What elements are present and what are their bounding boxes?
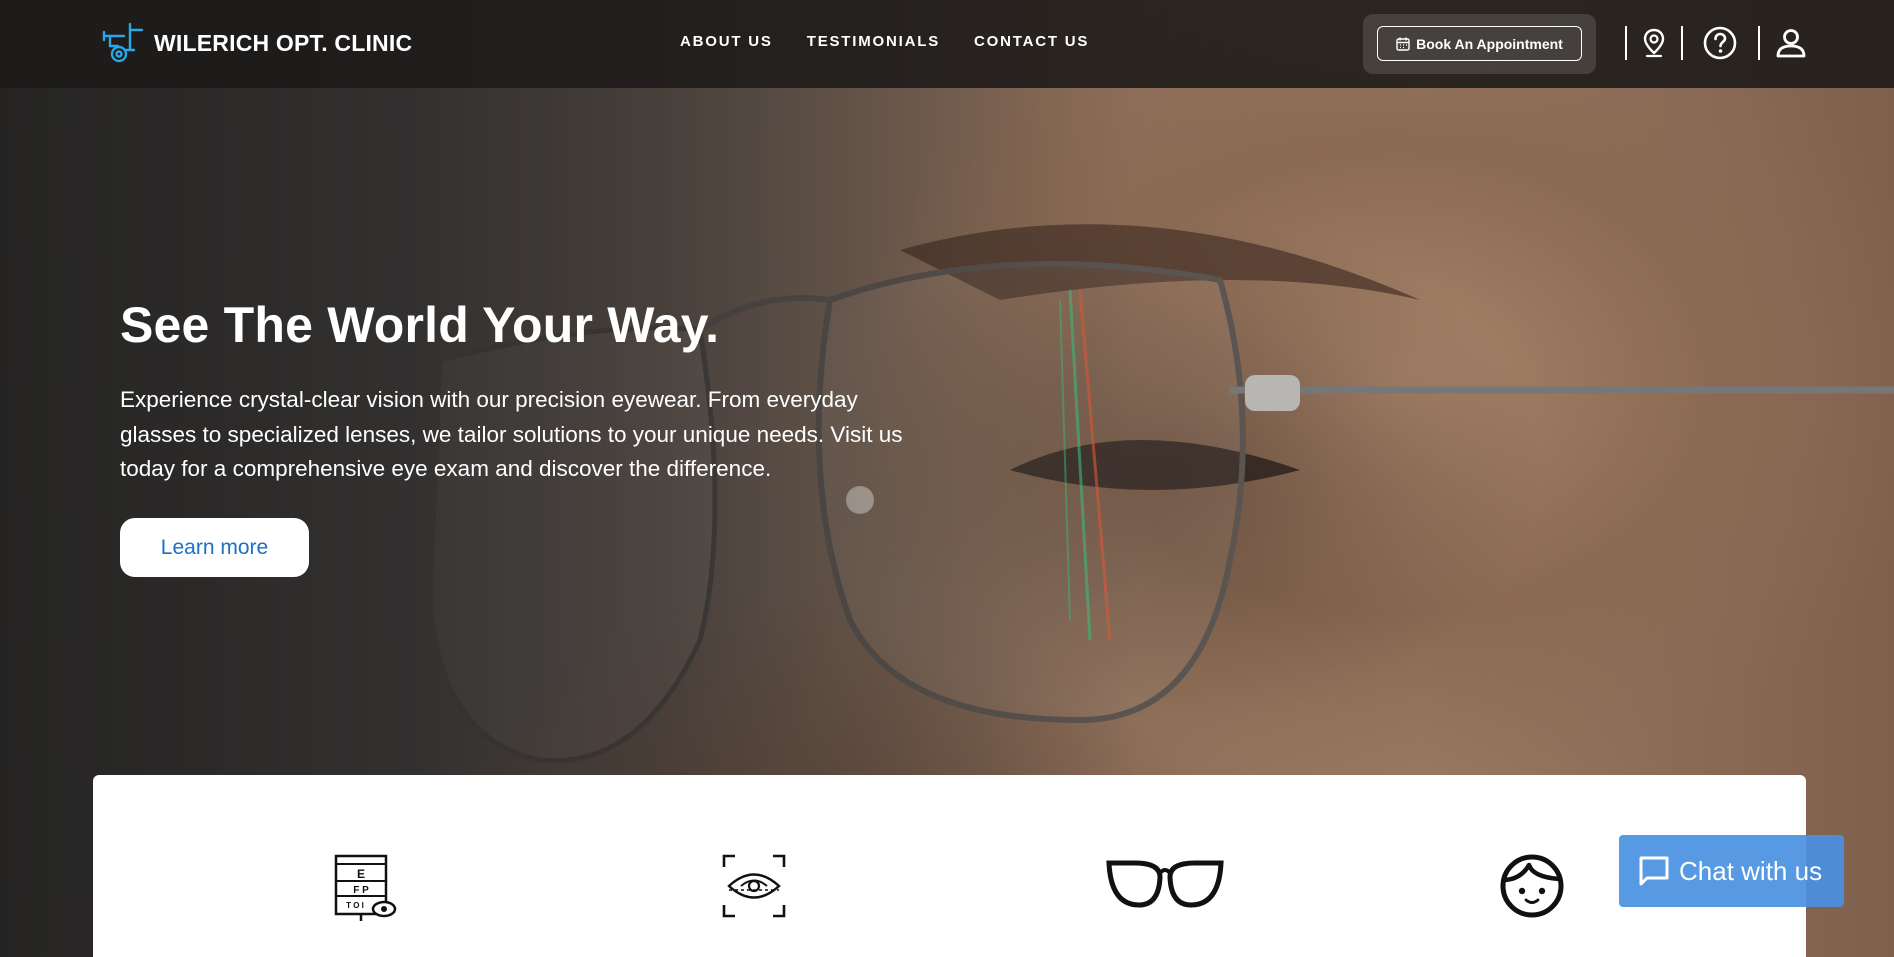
brand-name: WILERICH OPT. CLINIC [154,29,413,56]
nav-testimonials[interactable]: TESTIMONIALS [807,33,940,50]
nav-contact-us[interactable]: CONTACT US [974,33,1089,50]
nav-about-us[interactable]: ABOUT US [680,33,773,50]
chat-label: Chat with us [1679,855,1823,886]
header-divider [1625,26,1627,60]
location-icon[interactable] [1636,25,1672,61]
site-header: WILERICH OPT. CLINIC ABOUT US TESTIMONIA… [0,0,1894,88]
book-appointment-label: Book An Appointment [1416,35,1563,52]
calendar-icon [1396,37,1410,51]
hero-title: See The World Your Way. [120,297,720,353]
help-icon[interactable] [1702,25,1738,61]
user-icon[interactable] [1773,25,1809,61]
clinic-logo-icon [102,22,144,63]
chat-with-us-button[interactable]: Chat with us [1619,835,1844,907]
header-divider [1758,26,1760,60]
svg-text:E: E [357,867,365,881]
main-nav: ABOUT US TESTIMONIALS CONTACT US [680,33,1089,50]
eye-scan-icon[interactable] [721,853,787,919]
learn-more-button[interactable]: Learn more [120,518,309,577]
svg-text:T O I: T O I [346,901,364,910]
book-appointment-container: Book An Appointment [1363,14,1596,74]
eye-chart-icon[interactable]: E F P T O I [333,853,399,923]
brand-logo[interactable]: WILERICH OPT. CLINIC [102,20,412,66]
header-divider [1681,26,1683,60]
svg-text:F P: F P [353,885,369,896]
chat-icon [1639,856,1669,886]
book-appointment-button[interactable]: Book An Appointment [1377,26,1582,61]
hero-description: Experience crystal-clear vision with our… [120,387,903,481]
eyeglasses-icon[interactable] [1105,853,1225,913]
services-card: E F P T O I [93,775,1806,957]
child-face-icon[interactable] [1499,853,1565,919]
